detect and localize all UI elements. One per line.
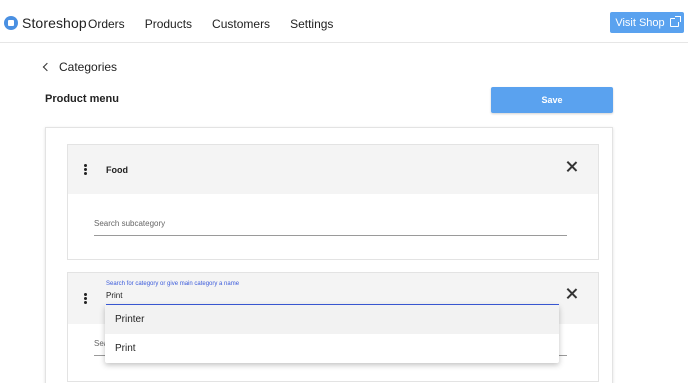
category-search-label: Search for category or give main categor…	[106, 281, 240, 287]
page-title: Product menu	[45, 93, 119, 105]
subcategory-placeholder: Search subcategory	[94, 219, 166, 228]
breadcrumb-label: Categories	[59, 60, 118, 74]
main-nav: Orders Products Customers Settings	[88, 17, 353, 31]
brand-name: Storeshop	[22, 15, 87, 31]
back-to-categories-link[interactable]: Categories	[42, 60, 118, 74]
nav-customers[interactable]: Customers	[212, 17, 270, 31]
close-icon[interactable]	[566, 288, 577, 299]
drag-handle-icon[interactable]	[84, 293, 87, 304]
nav-settings[interactable]: Settings	[290, 17, 333, 31]
category-group-food: Food Search subcategory	[67, 144, 599, 260]
category-name: Food	[106, 165, 128, 175]
storeshop-logo-icon	[4, 16, 18, 30]
dropdown-option[interactable]: Print	[105, 334, 559, 363]
close-icon[interactable]	[566, 161, 577, 172]
visit-shop-label: Visit Shop	[615, 16, 665, 29]
dropdown-option[interactable]: Printer	[105, 305, 559, 334]
category-header: Food	[68, 145, 598, 194]
save-button[interactable]: Save	[491, 87, 613, 113]
brand[interactable]: Storeshop	[4, 14, 87, 32]
top-navbar: Storeshop Orders Products Customers Sett…	[0, 0, 688, 43]
chevron-left-icon	[42, 62, 52, 72]
category-search-value: Print	[106, 291, 123, 300]
nav-products[interactable]: Products	[145, 17, 192, 31]
external-link-icon	[669, 16, 681, 27]
nav-orders[interactable]: Orders	[88, 17, 125, 31]
category-search-input[interactable]: Print	[106, 291, 559, 305]
category-suggestions-dropdown: Printer Print	[105, 305, 559, 363]
visit-shop-button[interactable]: Visit Shop	[610, 12, 684, 33]
drag-handle-icon[interactable]	[84, 164, 87, 175]
subcategory-search-input[interactable]: Search subcategory	[94, 219, 567, 236]
